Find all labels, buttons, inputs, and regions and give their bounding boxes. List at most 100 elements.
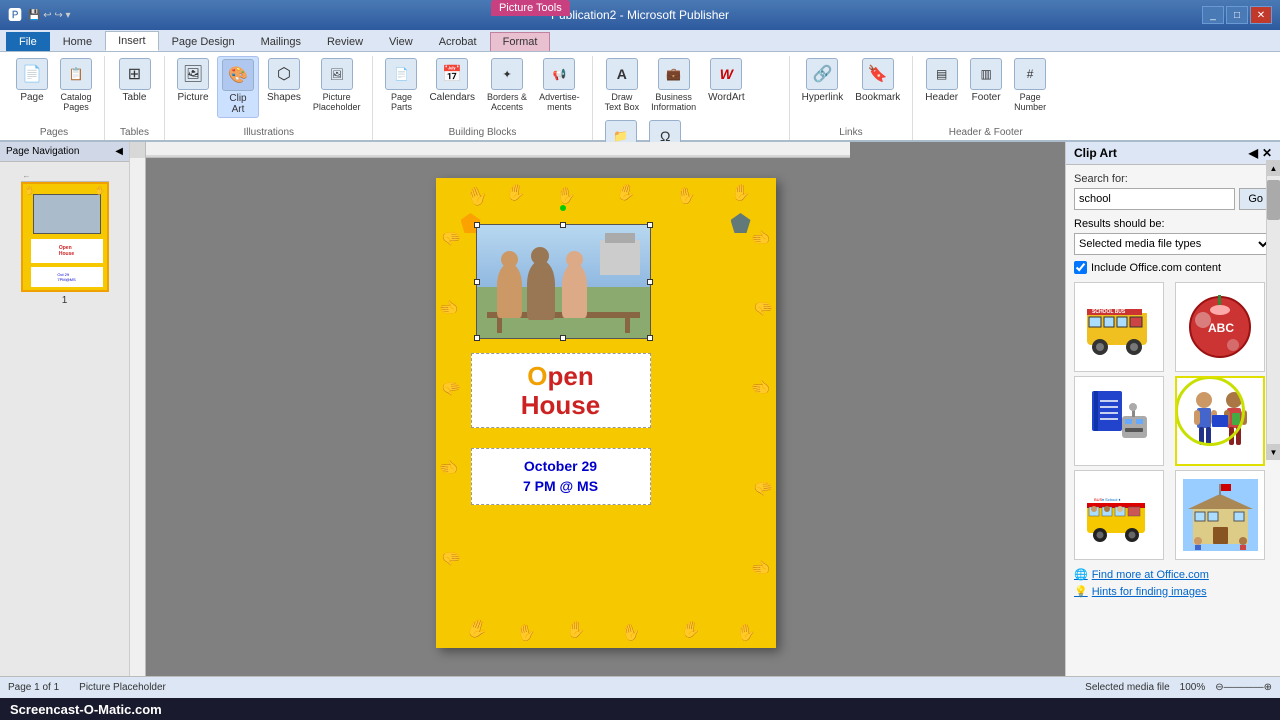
time-text: 7 PM @ MS [480,477,642,497]
page-button[interactable]: 📄 Page [12,56,52,105]
clip-art-item-2[interactable]: ABC [1175,282,1265,372]
page-nav-title: Page Navigation [6,146,79,157]
svg-text:SCHOOL BUS: SCHOOL BUS [1092,309,1126,315]
handprint-l2: ✋ [438,298,458,318]
vertical-ruler [130,158,146,676]
status-right: Selected media file 100% ⊖————⊕ [1085,682,1272,693]
page-num-icon: # [1014,58,1046,90]
tab-home[interactable]: Home [50,32,105,51]
picture-button[interactable]: 🖼 Picture [173,56,213,105]
shapes-icon: ⬡ [268,58,300,90]
scroll-thumb[interactable] [1267,180,1280,220]
advertisements-button[interactable]: 📢 Advertise-ments [535,56,584,114]
clip-art-search-input[interactable] [1074,188,1235,210]
page-1-thumbnail[interactable]: OpenHouse Oct 297PM@MS 🖐 🖐 [21,182,109,292]
clip-art-button[interactable]: 🎨 ClipArt [217,56,259,118]
clip-art-scrollbar[interactable]: ▲ ▼ [1266,165,1280,460]
picture-placeholder-icon: 🖼 [321,58,353,90]
open-house-textbox[interactable]: OpenHouse [471,353,651,428]
clip-art-item-6[interactable] [1175,470,1265,560]
catalog-pages-button[interactable]: 📋 CatalogPages [56,56,96,114]
clip-art-results-grid: SCHOOL BUS ABC [1074,282,1272,560]
clip-art-resize[interactable]: ◀ [1249,146,1258,160]
building-blocks-items: 📄 PageParts 📅 Calendars ✦ Borders &Accen… [381,56,583,125]
include-office-checkbox[interactable] [1074,261,1087,274]
svg-text:ABC: ABC [1208,321,1234,335]
tab-page-design[interactable]: Page Design [159,32,248,51]
scroll-down-button[interactable]: ▼ [1267,444,1280,460]
clip-art-panel-header: Clip Art ◀ ✕ [1066,142,1280,165]
table-button[interactable]: ⊞ Table [115,56,155,105]
draw-text-box-button[interactable]: A DrawText Box [601,56,644,114]
tab-insert[interactable]: Insert [105,31,159,51]
handle-tm[interactable] [560,222,566,228]
draw-text-icon: A [606,58,638,90]
close-button[interactable]: ✕ [1250,6,1272,24]
page-nav-collapse[interactable]: ◀ [115,146,123,157]
pages-items: 📄 Page 📋 CatalogPages [12,56,96,125]
clip-art-item-5[interactable]: BUS ♦ School ♦ [1074,470,1164,560]
maximize-button[interactable]: □ [1226,6,1248,24]
wordart-button[interactable]: W WordArt [704,56,749,105]
tab-format[interactable]: Format [490,32,551,51]
footer-button[interactable]: ▥ Footer [966,56,1006,105]
photo-frame[interactable] [476,224,651,339]
rotate-handle[interactable] [560,205,566,211]
header-button[interactable]: ▤ Header [921,56,962,105]
globe-svg: ABC [1183,290,1258,365]
handprint-l3: ✋ [440,377,462,399]
handle-tl[interactable] [474,222,480,228]
page-parts-button[interactable]: 📄 PageParts [381,56,421,114]
tab-acrobat[interactable]: Acrobat [426,32,490,51]
picture-tools-badge: Picture Tools [491,0,570,16]
stamp-2 [731,213,751,233]
handprint-r1: ✋ [751,228,771,248]
scroll-up-button[interactable]: ▲ [1267,165,1280,176]
tab-view[interactable]: View [376,32,426,51]
publisher-document[interactable]: ✋ ✋ ✋ ✋ ✋ ✋ ✋ ✋ ✋ ✋ ✋ ✋ ✋ [436,178,776,648]
tab-file[interactable]: File [6,32,50,51]
clip-art-item-1[interactable]: SCHOOL BUS [1074,282,1164,372]
handle-bl[interactable] [474,335,480,341]
search-label: Search for: [1074,173,1272,185]
hyperlink-button[interactable]: 🔗 Hyperlink [798,56,848,105]
minimize-button[interactable]: _ [1202,6,1224,24]
school-bus-svg-1: SCHOOL BUS [1082,295,1157,360]
business-info-button[interactable]: 💼 BusinessInformation [647,56,700,114]
pages-label: Pages [40,127,68,138]
clip-art-close[interactable]: ✕ [1262,146,1272,160]
hints-link[interactable]: 💡 Hints for finding images [1074,585,1272,598]
handle-ml[interactable] [474,279,480,285]
handle-br[interactable] [647,335,653,341]
ribbon-group-building-blocks: 📄 PageParts 📅 Calendars ✦ Borders &Accen… [373,56,592,140]
handprint-l4: ✋ [438,457,460,479]
handle-mr[interactable] [647,279,653,285]
handprint-b4: ✋ [618,621,642,645]
ribbon-tabs: File Home Insert Page Design Mailings Re… [0,30,1280,52]
canvas-area[interactable]: ✋ ✋ ✋ ✋ ✋ ✋ ✋ ✋ ✋ ✋ ✋ ✋ ✋ [130,142,1065,676]
results-type-select[interactable]: Selected media file types All media file… [1074,233,1272,255]
clip-art-panel: Clip Art ◀ ✕ Search for: Go Results shou… [1065,142,1280,676]
search-row: Go [1074,188,1272,210]
handle-tr[interactable] [647,222,653,228]
shapes-button[interactable]: ⬡ Shapes [263,56,305,105]
borders-accents-button[interactable]: ✦ Borders &Accents [483,56,531,114]
calendars-button[interactable]: 📅 Calendars [425,56,479,105]
page-1-number: 1 [62,295,68,306]
screencast-bar: Screencast-O-Matic.com [0,698,1280,720]
zoom-slider[interactable]: ⊖————⊕ [1215,682,1272,693]
date-time-textbox[interactable]: October 29 7 PM @ MS [471,448,651,505]
status-page-info: Page 1 of 1 [8,682,59,693]
building-blocks-label: Building Blocks [449,127,517,138]
catalog-icon: 📋 [60,58,92,90]
picture-placeholder-button[interactable]: 🖼 PicturePlaceholder [309,56,365,114]
window-controls[interactable]: _ □ ✕ [1202,6,1272,24]
page-number-button[interactable]: # PageNumber [1010,56,1050,114]
clip-art-item-3[interactable] [1074,376,1164,466]
find-more-link[interactable]: 🌐 Find more at Office.com [1074,568,1272,581]
tab-review[interactable]: Review [314,32,376,51]
tab-mailings[interactable]: Mailings [248,32,314,51]
handle-bm[interactable] [560,335,566,341]
clip-art-item-4[interactable] [1175,376,1265,466]
bookmark-button[interactable]: 🔖 Bookmark [851,56,904,105]
